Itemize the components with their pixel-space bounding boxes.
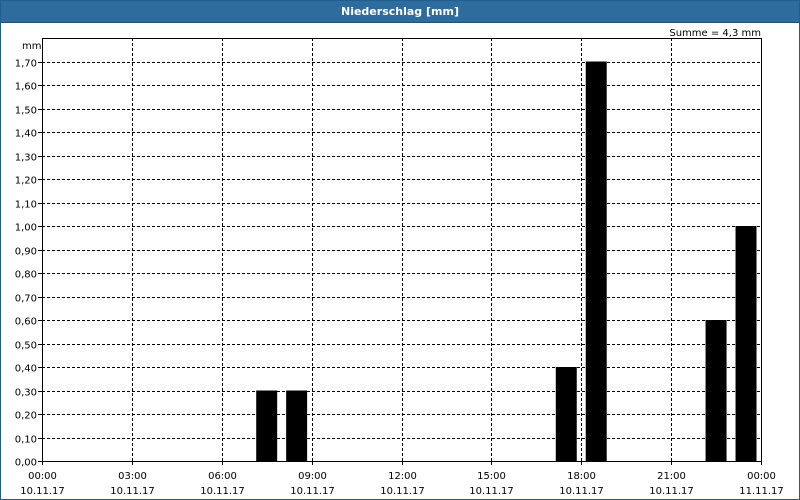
y-tick-label: 0,80 [15, 270, 37, 281]
bar-series [256, 61, 757, 461]
y-tick-label: 1,20 [15, 176, 37, 187]
y-tick-label: 1,60 [15, 82, 37, 93]
x-tick-time-label: 09:00 [298, 471, 327, 482]
x-tick-date-label: 10.11.17 [290, 486, 335, 497]
y-tick-label: 1,40 [15, 129, 37, 140]
x-tick-time-label: 18:00 [567, 471, 596, 482]
x-tick-date-label: 10.11.17 [649, 486, 694, 497]
y-tick-label: 1,10 [15, 200, 37, 211]
precipitation-bar [555, 367, 577, 461]
y-tick-label: 0,00 [15, 458, 37, 469]
precipitation-bar [585, 61, 607, 461]
grid-lines [42, 38, 761, 461]
x-tick-time-label: 00:00 [747, 471, 776, 482]
x-tick-date-label: 10.11.17 [380, 486, 425, 497]
y-tick-label: 1,70 [15, 59, 37, 70]
x-tick-date-label: 10.11.17 [200, 486, 245, 497]
x-tick-time-label: 03:00 [118, 471, 147, 482]
y-tick-label: 0,10 [15, 435, 37, 446]
precipitation-bar [256, 390, 278, 461]
precipitation-bar [705, 320, 727, 461]
y-tick-label: 1,50 [15, 106, 37, 117]
y-tick-label: 1,30 [15, 153, 37, 164]
x-tick-time-label: 00:00 [28, 471, 57, 482]
x-tick-date-label: 11.11.17 [739, 486, 784, 497]
x-tick-time-label: 12:00 [388, 471, 417, 482]
y-tick-label: 0,70 [15, 294, 37, 305]
axes [38, 38, 762, 465]
x-tick-time-label: 21:00 [657, 471, 686, 482]
y-tick-label: 0,30 [15, 388, 37, 399]
x-tick-time-label: 15:00 [477, 471, 506, 482]
x-tick-date-label: 10.11.17 [20, 486, 65, 497]
x-tick-date-label: 10.11.17 [110, 486, 155, 497]
precipitation-bar [735, 226, 757, 461]
y-tick-label: 0,20 [15, 411, 37, 422]
x-tick-time-label: 06:00 [208, 471, 237, 482]
precipitation-bar [286, 390, 308, 461]
y-tick-label: 0,40 [15, 364, 37, 375]
y-axis-unit-label: mm [22, 41, 41, 52]
x-tick-date-label: 10.11.17 [469, 486, 514, 497]
sum-label: Summe = 4,3 mm [669, 28, 761, 39]
y-tick-label: 0,60 [15, 317, 37, 328]
y-tick-label: 0,50 [15, 341, 37, 352]
axis-labels: mm Summe = 4,3 mm 0,00 0,10 0,20 0,30 0,40 0,… [15, 28, 784, 497]
y-tick-label: 0,90 [15, 247, 37, 258]
x-tick-date-label: 10.11.17 [559, 486, 604, 497]
y-tick-label: 1,00 [15, 223, 37, 234]
precipitation-chart: mm Summe = 4,3 mm 0,00 0,10 0,20 0,30 0,40 0,… [15, 28, 784, 497]
